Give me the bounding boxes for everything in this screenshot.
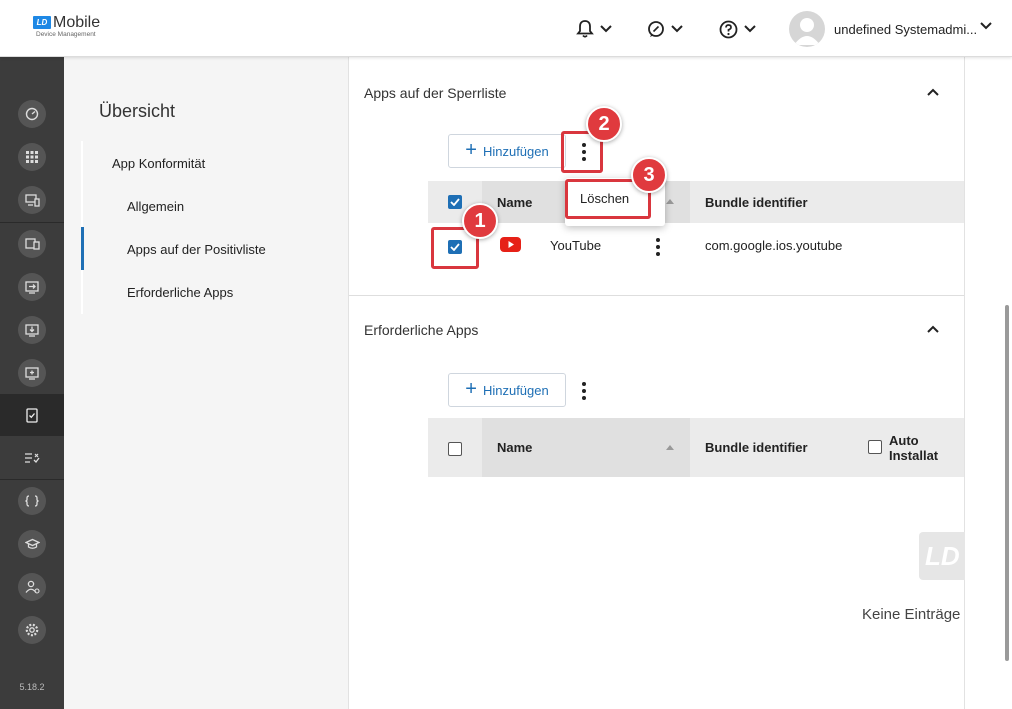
bell-icon [576, 20, 594, 38]
required-table-header: Name Bundle identifier Auto Installat [428, 418, 964, 477]
column-bundle[interactable]: Bundle identifier [705, 181, 808, 223]
checklist-icon [25, 453, 40, 463]
row-app-name: YouTube [550, 238, 602, 253]
empty-state-logo: LD [919, 532, 965, 580]
sidebar-item-settings[interactable] [0, 609, 64, 651]
chevron-down-icon [671, 25, 683, 33]
column-name[interactable]: Name [497, 181, 532, 223]
avatar[interactable] [789, 11, 825, 47]
blacklist-add-button[interactable]: + Hinzufügen [448, 134, 566, 168]
sidebar-item-apps-grid[interactable] [0, 136, 64, 178]
graduation-icon [24, 538, 40, 549]
notifications-button[interactable] [576, 17, 612, 41]
top-header: LD Mobile Device Management undefined Sy… [0, 0, 1012, 57]
sidebar-item-import[interactable] [0, 266, 64, 308]
required-apps-title: Erforderliche Apps [364, 322, 479, 338]
plus-icon: + [465, 378, 477, 400]
sidebar-item-screen[interactable] [0, 352, 64, 394]
chevron-down-icon [744, 25, 756, 33]
nav-item-general[interactable]: Allgemein [127, 199, 184, 214]
sidebar-item-users[interactable] [0, 566, 64, 608]
blacklist-title: Apps auf der Sperrliste [364, 85, 507, 101]
annotation-badge-3: 3 [631, 157, 667, 193]
sort-icon[interactable] [666, 199, 674, 204]
plus-icon: + [465, 139, 477, 161]
empty-state-text: Keine Einträge g [862, 606, 965, 623]
youtube-icon [500, 237, 521, 252]
sidebar: 5.18.2 [0, 57, 64, 709]
row-more-button[interactable] [648, 232, 668, 262]
nav-item-required-apps[interactable]: Erforderliche Apps [127, 285, 233, 300]
active-indicator [81, 227, 84, 270]
column-bundle[interactable]: Bundle identifier [705, 418, 808, 477]
collapse-blacklist-icon[interactable] [927, 88, 939, 96]
nav-item-app-compliance[interactable]: App Konformität [112, 156, 205, 171]
auto-install-checkbox[interactable] [868, 440, 882, 454]
sidebar-item-scripts[interactable] [0, 480, 64, 522]
sidebar-item-devices[interactable] [0, 179, 64, 221]
row-bundle-id: com.google.ios.youtube [705, 238, 843, 253]
logo-title: Mobile [53, 14, 101, 31]
nav-item-whitelist[interactable]: Apps auf der Positivliste [127, 242, 266, 257]
collapse-required-icon[interactable] [927, 325, 939, 333]
sidebar-item-checklist[interactable] [0, 437, 64, 479]
required-add-button[interactable]: + Hinzufügen [448, 373, 566, 407]
device-groups-icon [24, 238, 40, 250]
annotation-badge-1: 1 [462, 203, 498, 239]
chevron-down-icon [600, 25, 612, 33]
logo-badge: LD [33, 16, 51, 29]
app-version: 5.18.2 [19, 682, 45, 692]
chevron-down-icon[interactable] [980, 22, 992, 30]
users-icon [24, 580, 40, 594]
sort-icon[interactable] [666, 445, 674, 450]
page-title: Übersicht [99, 101, 176, 121]
sidebar-item-training[interactable] [0, 523, 64, 565]
annotation-badge-2: 2 [586, 106, 622, 142]
screen-icon [25, 366, 39, 380]
compliance-icon [26, 407, 38, 423]
sidebar-item-device-groups[interactable] [0, 223, 64, 265]
code-icon [25, 495, 39, 507]
devices-icon [24, 193, 40, 207]
download-icon [25, 323, 39, 337]
dashboard-icon [25, 107, 39, 121]
select-all-checkbox[interactable] [448, 442, 462, 456]
app-logo[interactable]: LD Mobile Device Management [33, 14, 101, 39]
help-icon [719, 20, 738, 38]
grid-icon [26, 151, 38, 163]
gear-icon [25, 623, 39, 637]
logo-subtitle: Device Management [36, 31, 96, 38]
column-auto-install[interactable]: Auto Installat [889, 418, 964, 477]
blacklist-table-header: Name Bundle identifier [428, 181, 964, 223]
section-nav: Übersicht App Konformität Allgemein Apps… [64, 57, 348, 709]
user-name[interactable]: undefined Systemadmi... [834, 22, 977, 37]
required-more-button[interactable] [574, 376, 594, 406]
messages-button[interactable] [647, 17, 683, 41]
import-icon [25, 280, 39, 294]
chat-icon [648, 21, 664, 37]
select-all-checkbox[interactable] [448, 195, 462, 209]
help-button[interactable] [719, 17, 756, 41]
sidebar-item-compliance[interactable] [0, 394, 64, 436]
sidebar-item-download[interactable] [0, 309, 64, 351]
scrollbar[interactable] [1005, 305, 1009, 661]
sidebar-item-dashboard[interactable] [0, 93, 64, 135]
column-name[interactable]: Name [497, 418, 532, 477]
